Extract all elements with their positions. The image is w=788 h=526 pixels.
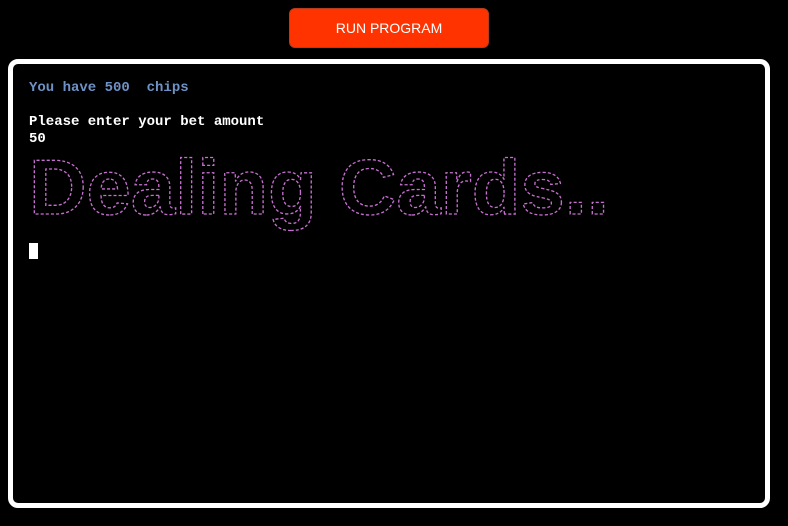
bet-prompt-line: Please enter your bet amount — [29, 114, 265, 130]
chips-count-line: You have 500 chips — [29, 80, 189, 96]
app-page: RUN PROGRAM You have 500 chips Please en… — [0, 0, 788, 526]
terminal-window: You have 500 chips Please enter your bet… — [8, 59, 770, 508]
dealing-cards-banner-art: Dealing Cards.. — [29, 148, 610, 232]
banner-text: Dealing Cards.. — [29, 148, 609, 231]
run-program-button[interactable]: RUN PROGRAM — [289, 8, 489, 48]
bet-input-echo: 50 — [29, 131, 46, 147]
terminal-cursor — [29, 243, 38, 259]
terminal-screen[interactable]: You have 500 chips Please enter your bet… — [29, 80, 755, 493]
dealing-cards-banner: Dealing Cards.. — [29, 148, 755, 234]
